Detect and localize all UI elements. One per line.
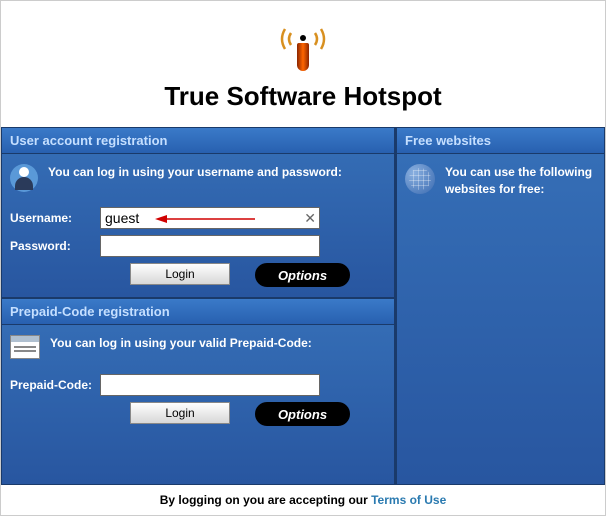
header: True Software Hotspot — [1, 1, 605, 127]
prepaid-login-button[interactable]: Login — [130, 402, 230, 424]
user-registration-panel: User account registration You can log in… — [1, 127, 395, 298]
clear-username-icon[interactable]: ✕ — [304, 210, 316, 227]
terms-link[interactable]: Terms of Use — [371, 493, 446, 507]
prepaid-code-input[interactable] — [100, 374, 320, 396]
prepaid-info: You can log in using your valid Prepaid-… — [50, 335, 312, 352]
free-websites-info: You can use the following websites for f… — [445, 164, 596, 198]
password-label: Password: — [10, 239, 100, 253]
prepaid-panel: Prepaid-Code registration You can log in… — [1, 298, 395, 485]
user-icon — [10, 164, 38, 192]
user-registration-header: User account registration — [2, 128, 394, 154]
username-label: Username: — [10, 211, 100, 225]
username-input[interactable] — [100, 207, 320, 229]
footer: By logging on you are accepting our Term… — [1, 485, 605, 515]
prepaid-card-icon — [10, 335, 40, 359]
prepaid-header: Prepaid-Code registration — [2, 299, 394, 325]
user-registration-info: You can log in using your username and p… — [48, 164, 342, 181]
login-button[interactable]: Login — [130, 263, 230, 285]
prepaid-code-label: Prepaid-Code: — [10, 378, 100, 392]
password-input[interactable] — [100, 235, 320, 257]
globe-icon — [405, 164, 435, 194]
free-websites-panel: Free websites You can use the following … — [396, 127, 605, 485]
prepaid-options-button[interactable]: Options — [255, 402, 350, 426]
free-websites-header: Free websites — [397, 128, 604, 154]
page-title: True Software Hotspot — [1, 81, 605, 112]
options-button[interactable]: Options — [255, 263, 350, 287]
footer-text: By logging on you are accepting our — [160, 493, 371, 507]
antenna-icon — [273, 21, 333, 71]
